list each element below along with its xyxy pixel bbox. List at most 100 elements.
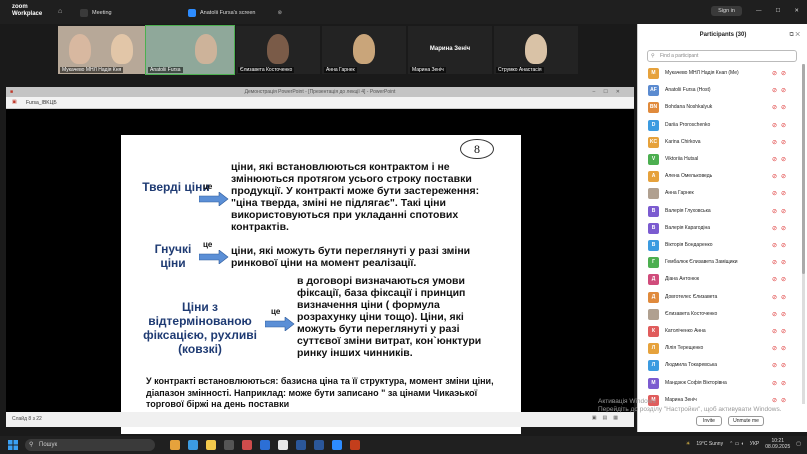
video-tile[interactable]: Анна Гарнек xyxy=(322,26,406,74)
participant-row[interactable]: Анна Гарнек ⊘⊘ xyxy=(638,185,807,202)
unmute-me-button[interactable]: Unmute me xyxy=(728,416,764,426)
video-tile-name: Єлизавета Косточенко xyxy=(238,67,295,73)
avatar: KC xyxy=(648,136,659,148)
tab-meeting-label: Meeting xyxy=(92,10,112,16)
word-icon[interactable] xyxy=(314,440,324,450)
camera-icon xyxy=(80,9,88,17)
panel-header-icons[interactable]: ⧉ ✕ xyxy=(789,24,800,46)
participant-row[interactable]: В Вікторія Бондаренко ⊘⊘ xyxy=(638,237,807,254)
taskbar-search[interactable]: ⚲ Пошук xyxy=(25,439,155,451)
participant-name: Гембалюк Єлизавета Заміщики xyxy=(665,259,738,266)
scrollbar-thumb[interactable] xyxy=(802,64,805,274)
video-tile[interactable]: Марина Зеніч Марина Зеніч xyxy=(408,26,492,74)
taskbar-search-label: Пошук xyxy=(39,442,58,448)
notification-icon[interactable]: ▢ xyxy=(796,441,801,447)
participant-row[interactable]: А Алена Омельковедь ⊘⊘ xyxy=(638,168,807,185)
participant-row[interactable]: AF Anatolii Fursa (Host) ⊘⊘ xyxy=(638,82,807,99)
muted-mic-icon: ⊘⊘ xyxy=(771,174,790,181)
connector-label: це xyxy=(271,307,281,316)
logo-line2: Workplace xyxy=(12,11,43,17)
avatar: В xyxy=(648,205,659,217)
video-tile-active-speaker[interactable]: Anatolii Fursa xyxy=(145,25,235,75)
participant-row[interactable]: Д Довготелес Єлизавета ⊘⊘ xyxy=(638,289,807,306)
language-indicator[interactable]: УКР xyxy=(750,441,759,447)
video-tile-name: Anatolii Fursa xyxy=(148,67,183,73)
participant-row[interactable]: К Католіченко Анна ⊘⊘ xyxy=(638,323,807,340)
clock[interactable]: 10:21 08.09.2025 xyxy=(765,438,790,450)
minimize-icon[interactable]: — xyxy=(756,8,762,14)
watermark-line2: Перейдіть до розділу "Настройки", щоб ак… xyxy=(598,406,782,413)
tab-meeting[interactable]: Meeting xyxy=(80,8,112,18)
app-icon[interactable] xyxy=(170,440,180,450)
window-controls[interactable]: –☐✕ xyxy=(593,87,628,97)
muted-mic-icon: ⊘⊘ xyxy=(771,346,790,353)
participant-row[interactable]: Л Людмила Токаревська ⊘⊘ xyxy=(638,357,807,374)
participant-row[interactable]: В Валерія Глуховська ⊘⊘ xyxy=(638,203,807,220)
participant-row[interactable]: Л Лілія Терещенко ⊘⊘ xyxy=(638,340,807,357)
invite-button[interactable]: Invite xyxy=(696,416,722,426)
video-tile[interactable]: Струмко Анастасія xyxy=(494,26,578,74)
participant-row[interactable]: KC Karina Chirkova ⊘⊘ xyxy=(638,134,807,151)
app-icon[interactable] xyxy=(224,440,234,450)
muted-mic-icon: ⊘⊘ xyxy=(771,294,790,301)
participant-search-input[interactable]: ⚲ Find a participant xyxy=(647,50,797,62)
participant-row[interactable]: Д Діана Антонюк ⊘⊘ xyxy=(638,271,807,288)
participant-row[interactable]: В Валерія Карагодіна ⊘⊘ xyxy=(638,220,807,237)
video-tile[interactable]: Єлизавета Косточенко xyxy=(236,26,320,74)
definition-fixed-prices: ціни, які встановлюються контрактом і не… xyxy=(231,161,480,233)
participant-photo xyxy=(111,34,133,64)
slide: 8 Тверді ціни це ціни, які встановлюютьс… xyxy=(121,135,521,434)
home-icon[interactable]: ⌂ xyxy=(58,8,62,15)
connector-label: це xyxy=(203,240,213,249)
search-icon: ⚲ xyxy=(29,442,34,448)
participant-name: Anatolii Fursa (Host) xyxy=(665,87,711,94)
chrome-icon[interactable] xyxy=(278,440,288,450)
explorer-icon[interactable] xyxy=(206,440,216,450)
participant-photo xyxy=(195,34,217,64)
right-arrow-icon xyxy=(199,192,229,206)
windows-start-icon[interactable] xyxy=(8,440,18,450)
title-bar: zoom Workplace ⌂ Meeting Anatolii Fursa'… xyxy=(0,0,807,24)
tab-screen-label: Anatolii Fursa's screen xyxy=(200,10,256,16)
definition-deferred-prices: в договорі визначаються умови фіксації, … xyxy=(297,275,482,359)
taskbar: ⚲ Пошук ☀ 19°C Sunny ⌃ ▭ ◖ УКР 10:21 08.… xyxy=(0,436,807,454)
participant-row[interactable]: Г Гембалюк Єлизавета Заміщики ⊘⊘ xyxy=(638,254,807,271)
category-flexible-prices: Гнучкі ціни xyxy=(154,242,192,270)
word-icon[interactable] xyxy=(296,440,306,450)
muted-mic-icon: ⊘⊘ xyxy=(771,157,790,163)
sign-in-button[interactable]: Sign in xyxy=(711,6,742,16)
participant-row[interactable]: V Viktoriia Hutsal ⊘⊘ xyxy=(638,151,807,168)
app-icon[interactable] xyxy=(260,440,270,450)
participant-row[interactable]: BN Bohdana Noshkalyuk ⊘⊘ xyxy=(638,99,807,116)
connector-label: це xyxy=(203,182,213,191)
file-icon: ▣ xyxy=(12,99,17,105)
edge-icon[interactable] xyxy=(188,440,198,450)
tray-icons[interactable]: ⌃ ▭ ◖ xyxy=(729,441,744,447)
powerpoint-tabbar: ▣ Fursa_IBKЦБ xyxy=(6,97,634,109)
participants-title: Participants (30) xyxy=(699,32,747,38)
participant-row[interactable]: D Dariia Proroschenko ⊘⊘ xyxy=(638,117,807,134)
muted-mic-icon: ⊘⊘ xyxy=(771,191,790,198)
participant-row[interactable]: Єлизавета Косточенко ⊘⊘ xyxy=(638,306,807,323)
presentation-tab[interactable]: Fursa_IBKЦБ xyxy=(26,100,57,106)
video-tile[interactable]: Мукачево МНЛ Надія Кня xyxy=(58,26,146,74)
avatar: D xyxy=(648,119,659,131)
muted-mic-icon: ⊘⊘ xyxy=(771,277,790,284)
zoom-icon[interactable] xyxy=(332,440,342,450)
muted-mic-icon: ⊘⊘ xyxy=(771,329,790,335)
app-icon[interactable] xyxy=(242,440,252,450)
participants-panel: Participants (30) ⧉ ✕ ⚲ Find a participa… xyxy=(637,24,807,432)
participant-row[interactable]: М Мандзюк Софія Вікторівна ⊘⊘ xyxy=(638,375,807,392)
view-buttons[interactable]: ▣▤▦ xyxy=(592,415,624,421)
participant-row[interactable]: М Мукачево МНЛ Надія Кнап (Me) ⊘⊘ xyxy=(638,65,807,82)
close-tab-icon[interactable]: ⊗ xyxy=(277,10,282,16)
weather-text[interactable]: 19°C Sunny xyxy=(696,441,723,447)
video-tile-name: Анна Гарнек xyxy=(324,67,357,73)
participant-name: Анна Гарнек xyxy=(665,190,694,197)
tab-screen[interactable]: Anatolii Fursa's screen ⊗ xyxy=(188,8,282,18)
powerpoint-icon[interactable] xyxy=(350,440,360,450)
scrollbar[interactable] xyxy=(802,64,805,404)
maximize-icon[interactable]: ☐ xyxy=(775,8,780,14)
close-icon[interactable]: ✕ xyxy=(794,8,799,14)
muted-mic-icon: ⊘⊘ xyxy=(771,260,790,267)
